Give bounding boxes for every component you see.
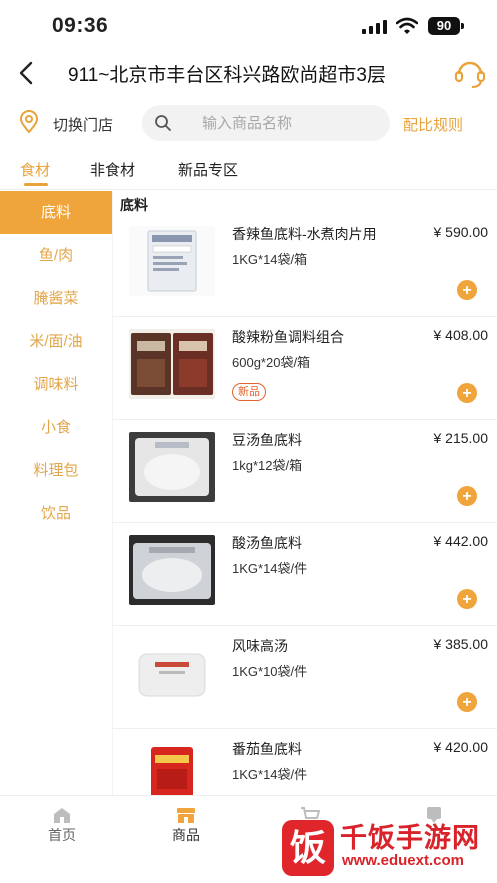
sidebar-item-pickles[interactable]: 腌酱菜 <box>0 277 112 320</box>
product-image <box>129 432 215 502</box>
product-image <box>129 535 215 605</box>
watermark-logo: 饭 <box>282 820 334 876</box>
active-tab-indicator <box>24 183 48 186</box>
category-sidebar: 底料 鱼/肉 腌酱菜 米/面/油 调味料 小食 料理包 饮品 <box>0 191 112 795</box>
add-to-cart-button[interactable]: + <box>457 486 477 506</box>
product-item[interactable]: 豆汤鱼底料 ¥ 215.00 1kg*12袋/箱 + <box>113 420 497 523</box>
product-item[interactable]: 番茄鱼底料 ¥ 420.00 1KG*14袋/件 <box>113 729 497 795</box>
product-list: 底料 香辣鱼底料-水煮肉片用 ¥ 590.00 1KG*14袋/箱 + 酸辣粉鱼… <box>112 191 497 795</box>
product-spec: 1KG*10袋/件 <box>232 664 308 679</box>
product-image <box>129 329 215 399</box>
battery-tip <box>461 23 464 29</box>
product-name: 酸汤鱼底料 <box>232 535 302 551</box>
product-name: 风味高汤 <box>232 638 288 654</box>
sidebar-item-base[interactable]: 底料 <box>0 191 112 234</box>
sidebar-item-drinks[interactable]: 饮品 <box>0 492 112 535</box>
watermark: 饭 千饭手游网 www.eduext.com <box>282 812 494 880</box>
sidebar-item-fish-meat[interactable]: 鱼/肉 <box>0 234 112 277</box>
new-product-badge: 新品 <box>232 383 266 401</box>
product-price: ¥ 420.00 <box>433 739 489 755</box>
location-pin-icon[interactable] <box>19 110 39 134</box>
product-spec: 600g*20袋/箱 <box>232 355 311 370</box>
product-spec: 1KG*14袋/箱 <box>232 252 308 267</box>
tab-non-food[interactable]: 非食材 <box>90 159 135 180</box>
customer-service-icon[interactable] <box>453 56 487 90</box>
status-time: 09:36 <box>52 14 109 37</box>
add-to-cart-button[interactable]: + <box>457 383 477 403</box>
product-spec: 1KG*14袋/件 <box>232 767 308 782</box>
watermark-title: 千饭手游网 <box>340 823 480 853</box>
product-image <box>129 741 215 795</box>
add-to-cart-button[interactable]: + <box>457 589 477 609</box>
sidebar-item-snacks[interactable]: 小食 <box>0 406 112 449</box>
wifi-icon <box>396 17 418 34</box>
page-title: 911~北京市丰台区科兴路欧尚超市3层 <box>68 65 386 86</box>
search-input[interactable] <box>202 112 382 134</box>
back-arrow-icon[interactable] <box>16 60 38 86</box>
product-name: 香辣鱼底料-水煮肉片用 <box>232 226 377 242</box>
tab-food[interactable]: 食材 <box>20 159 50 180</box>
add-to-cart-button[interactable]: + <box>457 692 477 712</box>
product-image <box>129 226 215 296</box>
product-price: ¥ 215.00 <box>433 430 489 446</box>
product-price: ¥ 408.00 <box>433 327 489 343</box>
product-price: ¥ 385.00 <box>433 636 489 652</box>
signal-icon <box>362 20 387 34</box>
status-bar: 09:36 90 <box>0 0 497 50</box>
product-spec: 1KG*14袋/件 <box>232 561 308 576</box>
title-bar: 911~北京市丰台区科兴路欧尚超市3层 <box>0 50 497 96</box>
battery-icon: 90 <box>428 17 460 35</box>
category-tabs: 食材 非食材 新品专区 <box>0 150 497 190</box>
search-icon <box>155 115 171 131</box>
product-spec: 1kg*12袋/箱 <box>232 458 303 473</box>
product-name: 酸辣粉鱼调料组合 <box>232 329 344 345</box>
search-box[interactable] <box>142 105 390 141</box>
product-image <box>129 638 215 708</box>
tab-new-products[interactable]: 新品专区 <box>178 159 238 180</box>
product-price: ¥ 590.00 <box>433 224 489 240</box>
shop-icon <box>177 808 195 823</box>
sidebar-item-meal-kits[interactable]: 料理包 <box>0 449 112 492</box>
search-row: 切换门店 配比规则 <box>0 100 497 146</box>
nav-products-label: 商品 <box>172 827 200 843</box>
product-name: 番茄鱼底料 <box>232 741 302 757</box>
nav-home-label: 首页 <box>48 827 76 843</box>
product-name: 豆汤鱼底料 <box>232 432 302 448</box>
sidebar-item-seasoning[interactable]: 调味料 <box>0 363 112 406</box>
section-title: 底料 <box>120 197 148 213</box>
nav-products[interactable]: 商品 <box>124 796 248 856</box>
product-item[interactable]: 香辣鱼底料-水煮肉片用 ¥ 590.00 1KG*14袋/箱 + <box>113 214 497 317</box>
home-icon <box>54 808 70 823</box>
product-item[interactable]: 酸辣粉鱼调料组合 ¥ 408.00 600g*20袋/箱 新品 + <box>113 317 497 420</box>
switch-store-link[interactable]: 切换门店 <box>53 114 113 135</box>
nav-home[interactable]: 首页 <box>0 796 124 856</box>
product-item[interactable]: 风味高汤 ¥ 385.00 1KG*10袋/件 + <box>113 626 497 729</box>
watermark-url: www.eduext.com <box>342 852 464 869</box>
ratio-rules-link[interactable]: 配比规则 <box>403 114 463 135</box>
product-item[interactable]: 酸汤鱼底料 ¥ 442.00 1KG*14袋/件 + <box>113 523 497 626</box>
product-price: ¥ 442.00 <box>433 533 489 549</box>
sidebar-item-rice-noodle-oil[interactable]: 米/面/油 <box>0 320 112 363</box>
add-to-cart-button[interactable]: + <box>457 280 477 300</box>
